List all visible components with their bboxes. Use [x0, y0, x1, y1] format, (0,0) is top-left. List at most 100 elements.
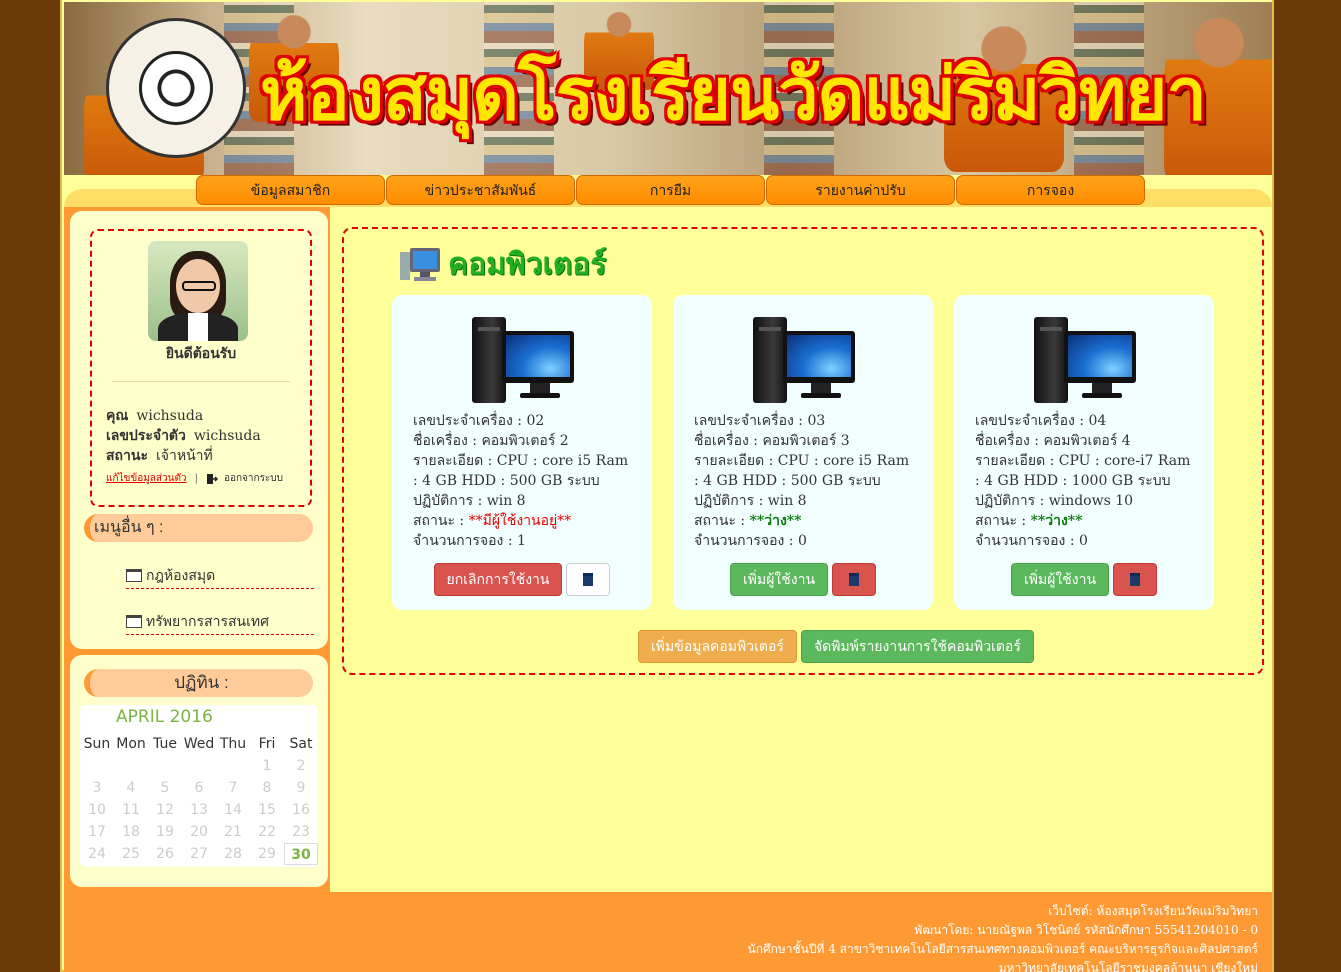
calendar-weekday: Sat: [289, 736, 313, 752]
calendar-day[interactable]: 26: [148, 843, 182, 865]
calendar-day[interactable]: 19: [148, 821, 182, 843]
calendar-day[interactable]: 3: [80, 777, 114, 799]
calendar-month: APRIL 2016: [116, 707, 213, 727]
delete-button[interactable]: [1113, 563, 1158, 596]
computer-image: [472, 317, 576, 403]
calendar-weekday: Mon: [116, 736, 146, 752]
calendar-day[interactable]: 18: [114, 821, 148, 843]
logout-icon[interactable]: [206, 473, 219, 485]
calendar-day[interactable]: 11: [114, 799, 148, 821]
calendar-day[interactable]: 14: [216, 799, 250, 821]
machine-number: เลขประจำเครื่อง : 04: [975, 413, 1107, 429]
nav-news[interactable]: ข่าวประชาสัมพันธ์: [386, 175, 575, 205]
delete-button[interactable]: [566, 563, 611, 596]
calendar-day: [148, 755, 182, 777]
sidebar: ยินดีต้อนรับ คุณ wichsuda เลขประจำตัว wich…: [64, 207, 330, 892]
print-report-button[interactable]: จัดพิมพ์รายงานการใช้คอมพิวเตอร์: [800, 630, 1034, 663]
main-navigation: ข้อมูลสมาชิก ข่าวประชาสัมพันธ์ การยืม รา…: [64, 175, 1272, 207]
calendar-day[interactable]: 9: [284, 777, 318, 799]
calendar-day[interactable]: 1: [250, 755, 284, 777]
machine-status: สถานะ : **มีผู้ใช้งานอยู่**: [413, 513, 572, 529]
add-computer-button[interactable]: เพิ่มข้อมูลคอมพิวเตอร์: [638, 630, 797, 663]
link-separator: |: [194, 473, 198, 484]
calendar-day[interactable]: 5: [148, 777, 182, 799]
footer-line: มหาวิทยาลัยเทคโนโลยีราชมงคลล้านนา เชียงใ…: [998, 961, 1258, 972]
calendar-day[interactable]: 29: [250, 843, 284, 865]
calendar-grid: Sun Mon Tue Wed Thu Fri Sat 1 2 3 4 5 6 7 8 9 10 11 12 13 14…: [80, 733, 318, 865]
menu-library-rules[interactable]: กฎห้องสมุด: [126, 565, 314, 589]
status-value: **มีผู้ใช้งานอยู่**: [468, 513, 572, 529]
calendar-day[interactable]: 15: [250, 799, 284, 821]
calendar-day[interactable]: 16: [284, 799, 318, 821]
calendar-day[interactable]: 12: [148, 799, 182, 821]
computer-card-03: เลขประจำเครื่อง : 03 ชื่อเครื่อง : คอมพิ…: [673, 295, 933, 610]
calendar-day[interactable]: 27: [182, 843, 216, 865]
calendar-weekday: Wed: [183, 736, 215, 752]
calendar-weekday: Fri: [258, 736, 276, 752]
trash-icon: [583, 573, 594, 586]
calendar-day[interactable]: 7: [216, 777, 250, 799]
machine-name: ชื่อเครื่อง : คอมพิวเตอร์ 2: [413, 433, 569, 449]
calendar-day[interactable]: 13: [182, 799, 216, 821]
calendar-day[interactable]: 21: [216, 821, 250, 843]
calendar-day[interactable]: 23: [284, 821, 318, 843]
calendar-day[interactable]: 4: [114, 777, 148, 799]
nav-fine-report[interactable]: รายงานค่าปรับ: [766, 175, 955, 205]
machine-detail: รายละเอียด : CPU : core i5 Ram : 4 GB HD…: [413, 453, 629, 509]
computer-icon: [400, 246, 442, 284]
cancel-usage-button[interactable]: ยกเลิกการใช้งาน: [433, 563, 563, 596]
calendar-heading: ปฏิทิน :: [84, 669, 313, 697]
calendar-day[interactable]: 20: [182, 821, 216, 843]
user-name: wichsuda: [136, 408, 204, 424]
footer-line: พัฒนาโดย: นายณัฐพล วิโชนิตย์ รหัสนักศึกษ…: [914, 923, 1258, 937]
calendar-day[interactable]: 10: [80, 799, 114, 821]
logout-link[interactable]: ออกจากระบบ: [224, 471, 283, 486]
footer-line: เว็บไซต์: ห้องสมุดโรงเรียนวัดแม่ริมวิทยา: [1048, 904, 1258, 918]
calendar-weekday: Sun: [83, 736, 111, 752]
folder-icon: [126, 569, 142, 582]
machine-number: เลขประจำเครื่อง : 02: [413, 413, 545, 429]
calendar-day[interactable]: 22: [250, 821, 284, 843]
folder-icon: [126, 615, 142, 628]
computer-image: [1034, 317, 1138, 403]
machine-name: ชื่อเครื่อง : คอมพิวเตอร์ 3: [694, 433, 850, 449]
calendar-day: [182, 755, 216, 777]
profile-card: ยินดีต้อนรับ คุณ wichsuda เลขประจำตัว wich…: [70, 211, 328, 649]
nav-member-info[interactable]: ข้อมูลสมาชิก: [196, 175, 385, 205]
status-value: **ว่าง**: [749, 513, 802, 529]
user-status-row: สถานะ เจ้าหน้าที่: [106, 448, 213, 464]
computer-card-02: เลขประจำเครื่อง : 02 ชื่อเครื่อง : คอมพิ…: [392, 295, 652, 610]
calendar-day: [80, 755, 114, 777]
add-user-button[interactable]: เพิ่มผู้ใช้งาน: [1010, 563, 1110, 596]
calendar-day[interactable]: 24: [80, 843, 114, 865]
calendar-weekday: Tue: [153, 736, 177, 752]
machine-name: ชื่อเครื่อง : คอมพิวเตอร์ 4: [975, 433, 1131, 449]
user-name-row: คุณ wichsuda: [106, 408, 204, 424]
machine-status: สถานะ : **ว่าง**: [694, 513, 802, 529]
calendar-day[interactable]: 8: [250, 777, 284, 799]
calendar-day[interactable]: 17: [80, 821, 114, 843]
user-status: เจ้าหน้าที่: [155, 448, 213, 464]
nav-reservation[interactable]: การจอง: [956, 175, 1145, 205]
calendar-card: ปฏิทิน : APRIL 2016 Sun Mon Tue Wed Thu Fri Sa…: [70, 655, 328, 887]
calendar-day[interactable]: 2: [284, 755, 318, 777]
booking-count: จำนวนการจอง : 1: [413, 533, 526, 549]
calendar-today[interactable]: 30: [284, 843, 318, 865]
computer-card-04: เลขประจำเครื่อง : 04 ชื่อเครื่อง : คอมพิ…: [954, 295, 1214, 610]
booking-count: จำนวนการจอง : 0: [975, 533, 1088, 549]
calendar-day: [216, 755, 250, 777]
calendar-day[interactable]: 25: [114, 843, 148, 865]
page-frame: ห้องสมุดโรงเรียนวัดแม่ริมวิทยา ข้อมูลสมา…: [60, 0, 1274, 972]
profile-box: ยินดีต้อนรับ คุณ wichsuda เลขประจำตัว wich…: [84, 223, 318, 513]
machine-number: เลขประจำเครื่อง : 03: [694, 413, 826, 429]
section-header: คอมพิวเตอร์: [400, 241, 606, 288]
edit-profile-link[interactable]: แก้ไขข้อมูลส่วนตัว: [106, 471, 187, 486]
calendar-day[interactable]: 6: [182, 777, 216, 799]
add-user-button[interactable]: เพิ่มผู้ใช้งาน: [729, 563, 829, 596]
menu-information-resources[interactable]: ทรัพยากรสารสนเทศ: [126, 611, 314, 635]
delete-button[interactable]: [832, 563, 877, 596]
nav-borrow[interactable]: การยืม: [576, 175, 765, 205]
calendar-widget: APRIL 2016 Sun Mon Tue Wed Thu Fri Sat 1 2 3 4 5 6 7 8…: [80, 705, 318, 867]
computer-info: เลขประจำเครื่อง : 02 ชื่อเครื่อง : คอมพิ…: [413, 411, 633, 551]
calendar-day[interactable]: 28: [216, 843, 250, 865]
